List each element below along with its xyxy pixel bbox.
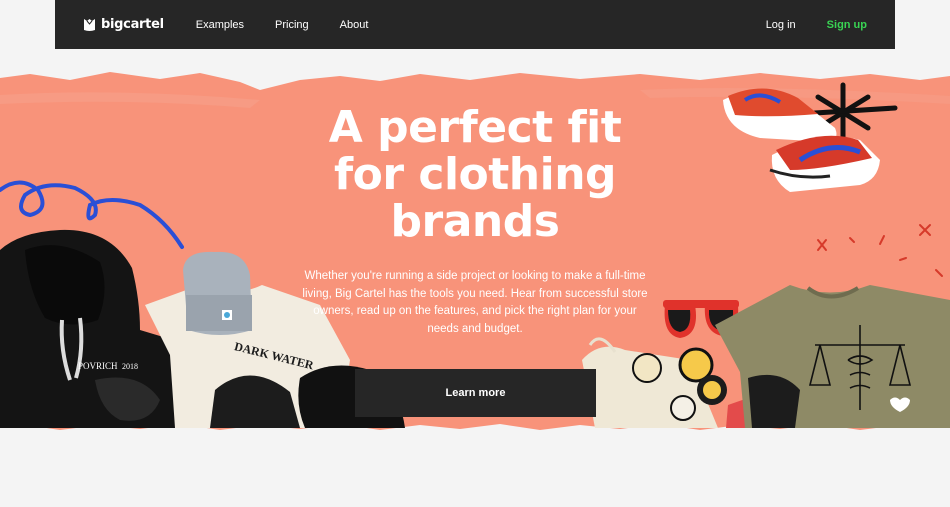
hero-description-line-2: living, Big Cartel has the tools you nee…: [302, 287, 648, 300]
hero-description-line-3: owners, read up on the features, and pic…: [313, 305, 637, 317]
hoodie-year-text: 2018: [122, 362, 138, 371]
top-navbar: bigcartel Examples Pricing About Log in …: [55, 0, 895, 49]
hero-description-line-1: Whether you're running a side project or…: [304, 270, 646, 282]
nav-link-about[interactable]: About: [340, 19, 369, 31]
hero-title-line-2: for clothing: [333, 149, 617, 200]
sunglasses-image: [663, 300, 739, 338]
hero-description: Whether you're running a side project or…: [290, 268, 660, 338]
nav-link-examples[interactable]: Examples: [196, 19, 244, 31]
signup-link[interactable]: Sign up: [827, 19, 867, 31]
hero-illustration: POVRICH 2018 DARK WATER: [0, 72, 950, 430]
hoodie-image: [0, 229, 208, 428]
logo[interactable]: bigcartel: [83, 17, 164, 32]
bag-icon: [84, 18, 95, 31]
nav-link-pricing[interactable]: Pricing: [275, 19, 309, 31]
tee-text: DARK WATER: [233, 339, 316, 372]
beanie-image: [183, 251, 252, 335]
hoodie-brand-text: POVRICH: [78, 361, 118, 371]
login-link[interactable]: Log in: [766, 19, 796, 31]
hero-title: A perfect fit for clothing brands: [0, 104, 950, 245]
hero-description-line-4: needs and budget.: [427, 322, 523, 335]
hero-title-line-1: A perfect fit: [328, 102, 622, 153]
patches-image: [632, 347, 748, 428]
logo-text: bigcartel: [101, 17, 164, 32]
hero-title-line-3: brands: [390, 196, 560, 247]
learn-more-button[interactable]: Learn more: [355, 369, 596, 417]
tote-bag-image: [582, 337, 718, 428]
tshirt-olive-image: [715, 285, 950, 428]
